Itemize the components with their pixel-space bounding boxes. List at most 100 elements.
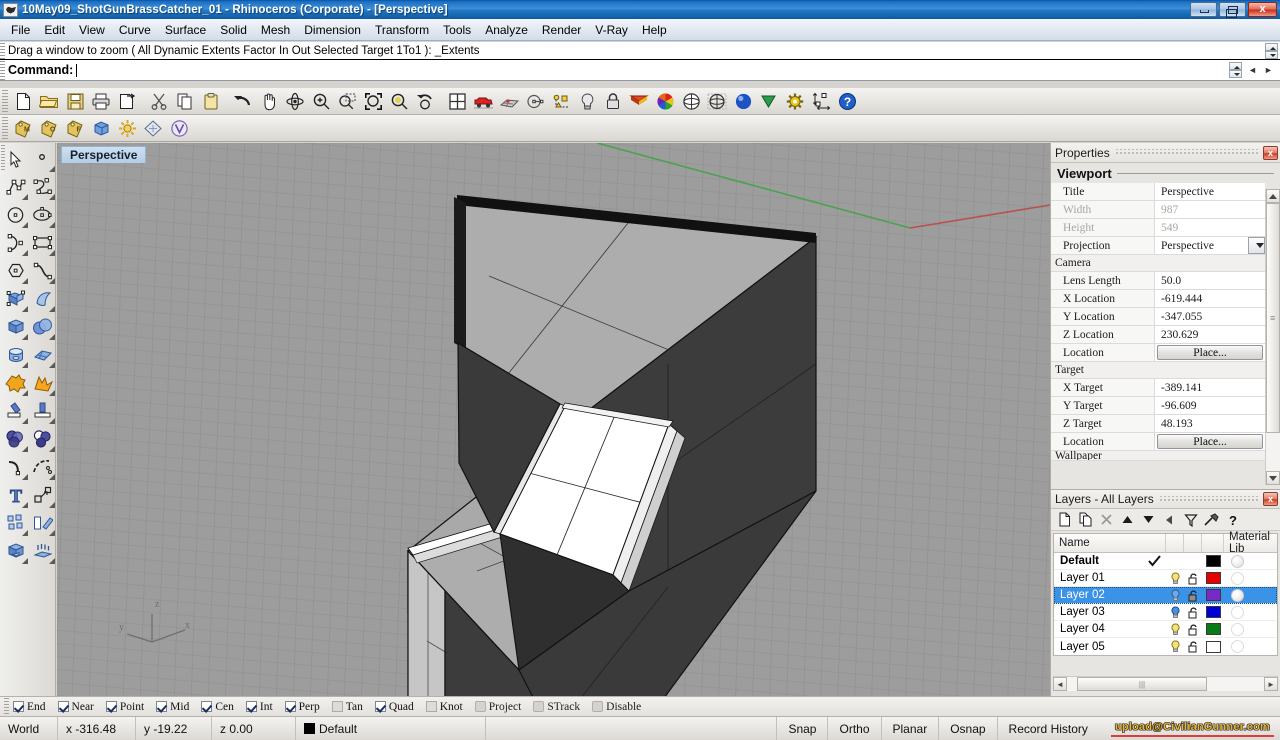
layer-lock-icon[interactable] bbox=[1184, 572, 1202, 585]
circle-icon[interactable] bbox=[2, 201, 29, 229]
extrude-surface-icon[interactable] bbox=[29, 537, 56, 565]
curve-icon[interactable] bbox=[29, 173, 56, 201]
property-row-lens-length[interactable]: Lens Length 50.0 bbox=[1051, 272, 1265, 290]
layer-lock-icon[interactable] bbox=[1184, 640, 1202, 653]
export-icon[interactable] bbox=[114, 89, 140, 114]
layer-material-icon[interactable] bbox=[1224, 640, 1250, 653]
osnap-cen[interactable]: Cen bbox=[201, 701, 234, 713]
properties-scroll-thumb[interactable] bbox=[1266, 203, 1280, 433]
arc-icon[interactable] bbox=[2, 229, 29, 257]
menu-file[interactable]: File bbox=[4, 21, 37, 39]
menu-curve[interactable]: Curve bbox=[112, 21, 158, 39]
layers-scroll-thumb[interactable]: ||| bbox=[1077, 677, 1207, 691]
properties-drag-dots[interactable] bbox=[1115, 149, 1258, 156]
move-up-icon[interactable] bbox=[1118, 511, 1137, 529]
help-icon[interactable]: ? bbox=[834, 89, 860, 114]
osnap-perp[interactable]: Perp bbox=[285, 701, 320, 713]
scroll-up-icon[interactable] bbox=[1266, 189, 1280, 203]
table-row[interactable]: Layer 05 bbox=[1054, 638, 1277, 655]
property-value[interactable]: 48.193 bbox=[1155, 415, 1265, 433]
box-solid-icon[interactable] bbox=[2, 313, 29, 341]
cut-scissors-icon[interactable] bbox=[146, 89, 172, 114]
command-prev-button[interactable]: ◄ bbox=[1245, 62, 1260, 79]
osnap-project[interactable]: Project bbox=[475, 701, 522, 713]
shade-sphere-icon[interactable] bbox=[678, 89, 704, 114]
property-value[interactable]: 230.629 bbox=[1155, 326, 1265, 344]
layer-color-swatch[interactable] bbox=[1202, 641, 1224, 653]
light-bulb-icon[interactable] bbox=[574, 89, 600, 114]
menu-vray[interactable]: V-Ray bbox=[588, 21, 635, 39]
layers-scroll-track[interactable]: ||| bbox=[1067, 677, 1264, 691]
layer-material-icon[interactable] bbox=[1224, 606, 1250, 619]
curve-interpolate-icon[interactable] bbox=[29, 257, 56, 285]
layer-lock-icon[interactable] bbox=[1184, 589, 1202, 602]
restore-button[interactable] bbox=[1219, 2, 1246, 17]
box-icon[interactable] bbox=[88, 116, 114, 141]
property-value[interactable]: -96.609 bbox=[1155, 397, 1265, 415]
property-row-x-target[interactable]: X Target -389.141 bbox=[1051, 379, 1265, 397]
table-row[interactable]: Default bbox=[1054, 553, 1277, 570]
property-row-x-location[interactable]: X Location -619.444 bbox=[1051, 290, 1265, 308]
property-row-title[interactable]: Title Perspective bbox=[1051, 183, 1265, 201]
table-row[interactable]: Layer 04 bbox=[1054, 621, 1277, 638]
text-icon[interactable]: T bbox=[2, 481, 29, 509]
layers-close-icon[interactable]: x bbox=[1263, 492, 1278, 506]
trim-icon[interactable] bbox=[2, 397, 29, 425]
point-icon[interactable] bbox=[29, 145, 56, 173]
osnap-near[interactable]: Near bbox=[58, 701, 94, 713]
polyline-icon[interactable] bbox=[2, 173, 29, 201]
property-value[interactable]: -389.141 bbox=[1155, 379, 1265, 397]
zoom-window-icon[interactable] bbox=[334, 89, 360, 114]
menu-surface[interactable]: Surface bbox=[158, 21, 213, 39]
toggle-record-history[interactable]: Record History bbox=[997, 717, 1099, 740]
lock-icon[interactable] bbox=[600, 89, 626, 114]
save-icon[interactable] bbox=[62, 89, 88, 114]
menu-dimension[interactable]: Dimension bbox=[297, 21, 368, 39]
property-value[interactable]: 50.0 bbox=[1155, 272, 1265, 290]
copy-icon[interactable] bbox=[172, 89, 198, 114]
layers-horizontal-scrollbar[interactable]: ◄ ||| ► bbox=[1053, 676, 1278, 691]
zoom-extents-icon[interactable] bbox=[360, 89, 386, 114]
layer-material-icon[interactable] bbox=[1224, 555, 1250, 568]
layer-visibility-icon[interactable] bbox=[1166, 640, 1184, 653]
property-row-z-location[interactable]: Z Location 230.629 bbox=[1051, 326, 1265, 344]
property-row-z-target[interactable]: Z Target 48.193 bbox=[1051, 415, 1265, 433]
command-line[interactable]: Command: ◄ ► bbox=[0, 60, 1280, 81]
target-place-button[interactable]: Place... bbox=[1157, 434, 1263, 449]
osnap-knot[interactable]: Knot bbox=[426, 701, 463, 713]
arrow-select-icon[interactable] bbox=[2, 145, 29, 173]
tag-m-icon[interactable]: M bbox=[10, 116, 36, 141]
layer-visibility-icon[interactable] bbox=[1166, 589, 1184, 602]
layer-color-swatch[interactable] bbox=[1202, 606, 1224, 618]
rotate-view-icon[interactable] bbox=[282, 89, 308, 114]
tag-f-icon[interactable]: F bbox=[62, 116, 88, 141]
osnap-strack[interactable]: STrack bbox=[533, 701, 580, 713]
property-row-projection[interactable]: Projection Perspective bbox=[1051, 237, 1265, 255]
menu-render[interactable]: Render bbox=[535, 21, 588, 39]
menu-tools[interactable]: Tools bbox=[436, 21, 478, 39]
new-file-icon[interactable] bbox=[10, 89, 36, 114]
scale-icon[interactable] bbox=[29, 481, 56, 509]
close-button[interactable]: x bbox=[1248, 2, 1277, 17]
menu-mesh[interactable]: Mesh bbox=[254, 21, 297, 39]
filter-funnel-icon[interactable] bbox=[1181, 511, 1200, 529]
toggle-osnap[interactable]: Osnap bbox=[938, 717, 996, 740]
fillet-curve-icon[interactable] bbox=[2, 453, 29, 481]
menu-solid[interactable]: Solid bbox=[213, 21, 254, 39]
surface-from-curves-icon[interactable] bbox=[2, 285, 29, 313]
property-value[interactable]: -347.055 bbox=[1155, 308, 1265, 326]
osnap-int[interactable]: Int bbox=[246, 701, 273, 713]
menu-view[interactable]: View bbox=[72, 21, 112, 39]
render-car-icon[interactable] bbox=[470, 89, 496, 114]
dimension-icon[interactable] bbox=[808, 89, 834, 114]
property-row-target-location[interactable]: Location Place... bbox=[1051, 433, 1265, 451]
undo-icon[interactable] bbox=[230, 89, 256, 114]
toggle-ortho[interactable]: Ortho bbox=[827, 717, 880, 740]
diamond-icon[interactable] bbox=[140, 116, 166, 141]
layer-lock-icon[interactable] bbox=[1184, 623, 1202, 636]
surface-patch-icon[interactable] bbox=[29, 341, 56, 369]
layer-visibility-icon[interactable] bbox=[1166, 572, 1184, 585]
object-snap-icon[interactable] bbox=[548, 89, 574, 114]
table-row[interactable]: Layer 01 bbox=[1054, 570, 1277, 587]
command-next-button[interactable]: ► bbox=[1261, 62, 1276, 79]
